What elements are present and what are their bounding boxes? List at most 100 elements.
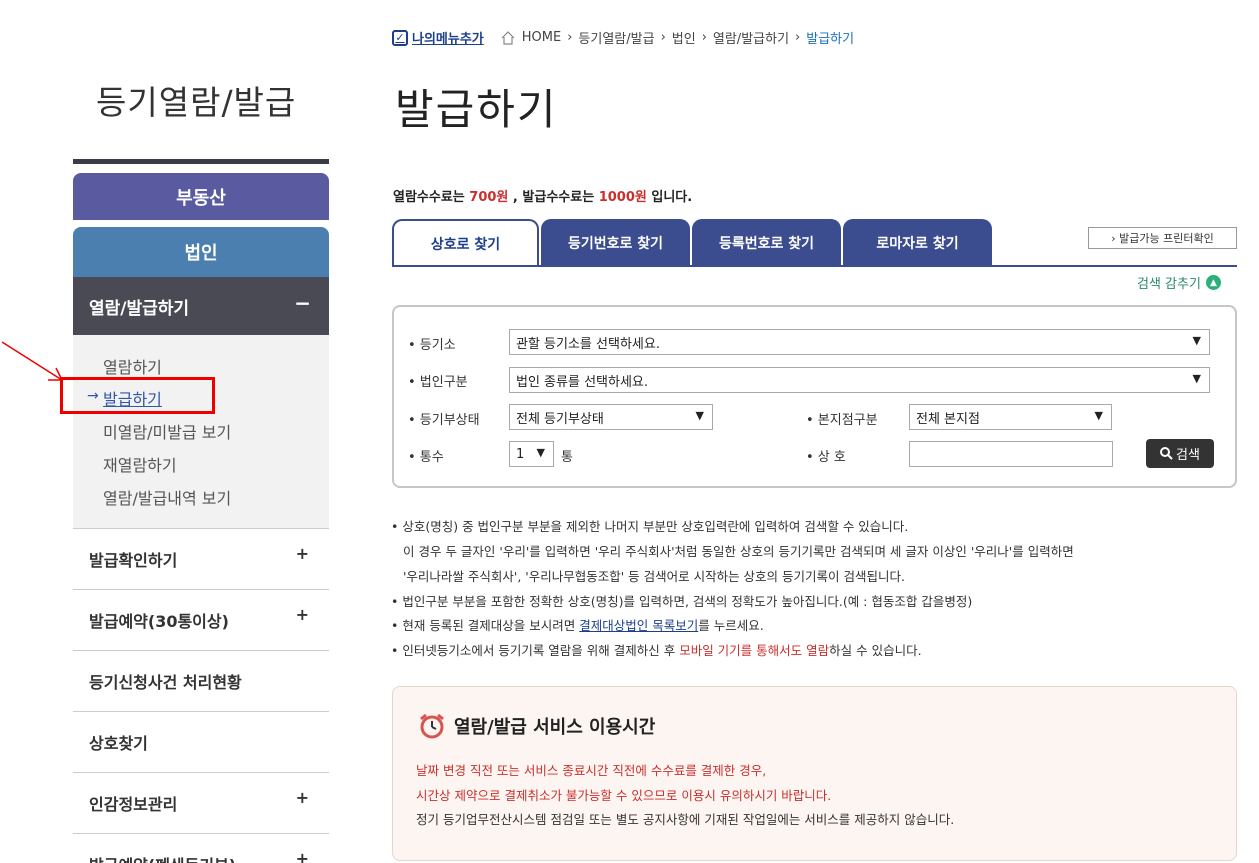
menu-view-issue[interactable]: 열람/발급하기 − [73,277,329,335]
search-button-label: 검색 [1176,448,1200,463]
corp-type-select[interactable]: 법인 종류를 선택하세요. ▼ [509,367,1210,393]
copies-unit: 통 [561,450,573,465]
registry-label: • 등기소 [408,338,456,353]
service-time-title-text: 열람/발급 서비스 이용시간 [454,717,656,738]
registry-select-value: 관할 등기소를 선택하세요. [516,336,660,352]
chevron-down-icon: ▼ [1094,409,1103,422]
payment-list-link[interactable]: 결제대상법인 목록보기 [579,618,698,633]
service-time-line: 정기 등기업무전산시스템 점검일 또는 별도 공지사항에 기재된 작업일에는 서… [416,812,955,827]
company-name-label: • 상 호 [806,450,846,465]
submenu: 열람하기 → 발급하기 미열람/미발급 보기 재열람하기 열람/발급내역 보기 [73,335,329,528]
status-select[interactable]: 전체 등기부상태 ▼ [509,404,713,430]
hide-search-link[interactable]: 검색 감추기 ▲ [1137,273,1221,292]
service-time-line: 시간상 제약으로 결제취소가 불가능할 수 있으므로 이용시 유의하시기 바랍니… [416,788,832,803]
note-text: 를 누르세요. [698,618,764,633]
page-title: 발급하기 [395,85,558,134]
company-name-input[interactable] [909,441,1113,467]
submenu-review[interactable]: 재열람하기 [103,452,177,476]
collapse-icon[interactable]: − [294,291,311,315]
breadcrumb-corp[interactable]: 법인 [672,28,696,47]
plus-icon[interactable]: + [296,544,309,563]
menu-label: 발급확인하기 [89,551,178,570]
note-line-payment: • 현재 등록된 결제대상을 보시려면 결제대상법인 목록보기를 누르세요. [391,615,764,634]
note-line: • 상호(명칭) 중 법인구분 부분을 제외한 나머지 부분만 상호입력란에 입… [391,519,909,534]
note-line: '우리나라쌀 주식회사', '우리나무협동조합' 등 검색어로 시작하는 상호의… [403,569,905,584]
breadcrumb-view-issue[interactable]: 열람/발급하기 [713,28,789,47]
category-real-estate[interactable]: 부동산 [73,173,329,220]
note-highlight: 모바일 기기를 통해서도 열람 [679,643,830,658]
menu-closed-reserve[interactable]: 발급예약(폐쇄등기부) + [73,833,329,863]
submenu-history[interactable]: 열람/발급내역 보기 [103,485,231,509]
branch-label: • 본지점구분 [806,413,878,428]
printer-check-button[interactable]: › 발급가능 프린터확인 [1088,227,1237,249]
branch-select[interactable]: 전체 본지점 ▼ [909,404,1112,430]
breadcrumb-current: 발급하기 [806,32,855,47]
view-fee: 700원 [469,190,509,205]
menu-case-status[interactable]: 등기신청사건 처리현황 [73,650,329,711]
breadcrumb-separator: › [660,30,666,45]
breadcrumb-registry[interactable]: 등기열람/발급 [578,28,654,47]
tab-roman-search[interactable]: 로마자로 찾기 [843,219,992,266]
alarm-clock-icon [420,713,444,739]
tab-registration-number[interactable]: 등록번호로 찾기 [692,219,841,266]
note-line-mobile: • 인터넷등기소에서 등기기록 열람을 위해 결제하신 후 모바일 기기를 통해… [391,640,922,659]
divider [73,159,329,164]
submenu-view[interactable]: 열람하기 [103,354,162,378]
breadcrumb-separator: › [795,30,801,45]
add-my-menu-link[interactable]: ✓ 나의메뉴추가 [392,28,484,47]
registry-select[interactable]: 관할 등기소를 선택하세요. ▼ [509,329,1210,355]
breadcrumb-separator: › [567,30,573,45]
note-text: 하실 수 있습니다. [829,643,922,658]
copies-select[interactable]: 1 ▼ [509,441,554,467]
tab-underline [392,265,1237,267]
plus-icon[interactable]: + [296,849,309,863]
fee-text: , 발급수수료는 [508,190,599,205]
note-text: • 현재 등록된 결제대상을 보시려면 [391,618,580,633]
chevron-up-icon: ▲ [1205,275,1221,290]
pointer-arrow-icon [1,341,64,381]
plus-icon[interactable]: + [296,788,309,807]
menu-issue-reserve[interactable]: 발급예약(30통이상) + [73,589,329,650]
home-icon [501,30,515,45]
menu-label: 상호찾기 [89,734,148,753]
menu-name-search[interactable]: 상호찾기 [73,711,329,772]
chevron-down-icon: ▼ [1192,334,1201,347]
fee-text: 열람수수료는 [393,190,470,205]
menu-label: 발급예약(폐쇄등기부) [89,852,236,863]
plus-icon[interactable]: + [296,605,309,624]
menu-label: 등기신청사건 처리현황 [89,673,242,692]
breadcrumb-home[interactable]: HOME [522,30,561,45]
service-time-line: 날짜 변경 직전 또는 서비스 종료시간 직전에 수수료를 결제한 경우, [416,763,767,778]
highlight-box [60,377,215,414]
chevron-down-icon: ▼ [695,409,704,422]
chevron-down-icon: ▼ [1192,372,1201,385]
breadcrumb-separator: › [701,30,707,45]
submenu-unviewed[interactable]: 미열람/미발급 보기 [103,419,231,443]
breadcrumb: ✓ 나의메뉴추가 HOME › 등기열람/발급 › 법인 › 열람/발급하기 ›… [392,28,854,47]
search-button[interactable]: 검색 [1146,439,1214,468]
chevron-down-icon: ▼ [536,446,545,459]
check-icon: ✓ [392,29,408,46]
service-time-title: 열람/발급 서비스 이용시간 [418,712,655,740]
copies-select-value: 1 [516,446,525,462]
branch-select-value: 전체 본지점 [916,411,980,427]
section-title: 등기열람/발급 [96,83,297,122]
menu-label: 발급예약(30통이상) [89,612,229,631]
issue-fee: 1000원 [598,190,647,205]
copies-label: • 통수 [408,450,444,465]
menu-seal-info[interactable]: 인감정보관리 + [73,772,329,833]
note-line: 이 경우 두 글자인 '우리'를 입력하면 '우리 주식회사'처럼 동일한 상호… [403,544,1074,559]
status-label: • 등기부상태 [408,413,480,428]
hide-search-label: 검색 감추기 [1137,277,1201,292]
category-corporation[interactable]: 법인 [73,227,329,277]
tab-name-search[interactable]: 상호로 찾기 [392,219,539,266]
tab-reg-number[interactable]: 등기번호로 찾기 [541,219,690,266]
corp-type-label: • 법인구분 [408,375,468,390]
menu-view-issue-label: 열람/발급하기 [89,298,190,319]
status-select-value: 전체 등기부상태 [516,411,604,427]
add-my-menu-label: 나의메뉴추가 [412,32,484,47]
search-icon [1160,447,1173,460]
fee-text: 입니다. [646,190,693,205]
menu-issue-confirm[interactable]: 발급확인하기 + [73,528,329,589]
menu-label: 인감정보관리 [89,795,178,814]
